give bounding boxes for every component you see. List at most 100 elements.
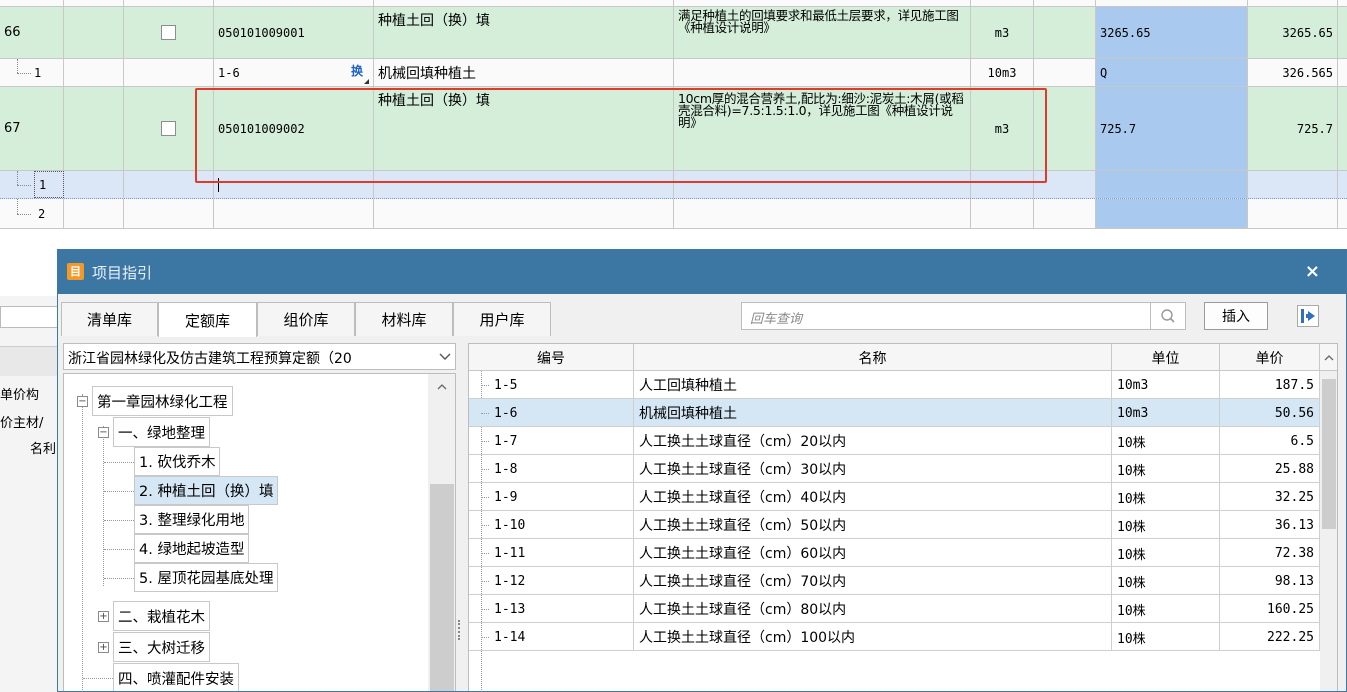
code-edit-field[interactable]	[214, 171, 374, 198]
bill-subrow-editing[interactable]: 1	[0, 171, 1347, 199]
expand-icon[interactable]: +	[98, 611, 109, 622]
row-quantity[interactable]: 725.7	[1096, 87, 1248, 170]
tab-pricing-library[interactable]: 组价库	[257, 302, 355, 336]
collapse-icon[interactable]: −	[77, 396, 88, 407]
background-label: 价主材/	[0, 416, 44, 431]
row-quantity[interactable]: Q	[1096, 59, 1248, 86]
row-unit: 10株	[1112, 595, 1220, 623]
row-seq: 1	[34, 171, 64, 198]
table-row[interactable]: 1-9 人工换土土球直径（cm）40以内 10株 32.25	[469, 483, 1337, 511]
row-unit: 10株	[1112, 623, 1220, 651]
row-unit: 10株	[1112, 483, 1220, 511]
row-amount: 326.565	[1248, 59, 1338, 86]
tab-user-library[interactable]: 用户库	[453, 302, 551, 336]
table-row[interactable]	[0, 0, 1347, 7]
row-seq: 2	[34, 199, 64, 228]
tree-node[interactable]: 3. 整理绿化用地	[134, 505, 250, 534]
row-feature[interactable]: 满足种植土的回填要求和最低土层要求，详见施工图《种植设计说明》	[674, 7, 971, 58]
row-price: 72.38	[1220, 539, 1320, 567]
table-row[interactable]: 1-13 人工换土土球直径（cm）80以内 10株 160.25	[469, 595, 1337, 623]
row-unit[interactable]: 10m3	[971, 59, 1034, 86]
row-name: 人工换土土球直径（cm）50以内	[634, 511, 1112, 539]
close-button[interactable]: ×	[1305, 261, 1320, 282]
tree-node[interactable]: 1. 砍伐乔木	[134, 447, 221, 476]
background-panel: 单价构 价主材/ 名利	[0, 296, 60, 692]
tab-bill-library[interactable]: 清单库	[61, 302, 158, 336]
tree-node[interactable]: 二、栽植花木	[113, 601, 210, 631]
table-row[interactable]: 1-14 人工换土土球直径（cm）100以内 10株 222.25	[469, 623, 1337, 651]
tree-node[interactable]: 5. 屋顶花园基底处理	[134, 563, 279, 592]
tree-scrollbar[interactable]	[428, 374, 456, 691]
row-unit: 10株	[1112, 511, 1220, 539]
dock-button[interactable]	[1297, 305, 1319, 327]
table-row[interactable]: 1-10 人工换土土球直径（cm）50以内 10株 36.13	[469, 511, 1337, 539]
row-code: 1-12	[489, 567, 634, 595]
table-row[interactable]: 1-11 人工换土土球直径（cm）60以内 10株 72.38	[469, 539, 1337, 567]
row-quantity[interactable]: 3265.65	[1096, 7, 1248, 58]
tree-node[interactable]: 4. 绿地起坡造型	[134, 534, 250, 563]
row-seq: 66	[0, 7, 64, 58]
bill-row-67[interactable]: 67 050101009002 种植土回（换）填 10cm厚的混合营养土,配比为…	[0, 87, 1347, 171]
tab-material-library[interactable]: 材料库	[355, 302, 453, 336]
scrollbar-thumb[interactable]	[1322, 379, 1336, 529]
row-name[interactable]: 种植土回（换）填	[374, 7, 674, 58]
column-header[interactable]: 单价	[1220, 344, 1320, 371]
dialog-title: 项目指引	[92, 264, 153, 282]
row-unit: 10株	[1112, 427, 1220, 455]
row-code: 1-7	[489, 427, 634, 455]
row-price: 32.25	[1220, 483, 1320, 511]
table-row[interactable]: 1-7 人工换土土球直径（cm）20以内 10株 6.5	[469, 427, 1337, 455]
swap-badge[interactable]: 换	[351, 62, 363, 79]
tree-node[interactable]: 四、喷灌配件安装	[113, 663, 239, 691]
panel-splitter[interactable]	[458, 620, 462, 640]
table-scrollbar[interactable]	[1320, 371, 1337, 691]
row-feature[interactable]: 10cm厚的混合营养土,配比为:细沙:泥炭土:木屑(或稻壳混合料)=7.5:1.…	[674, 87, 971, 170]
insert-button[interactable]: 插入	[1204, 302, 1268, 330]
row-amount: 725.7	[1248, 87, 1338, 170]
tab-quota-library[interactable]: 定额库	[158, 302, 257, 337]
tree-node[interactable]: 第一章园林绿化工程	[92, 386, 233, 416]
chevron-up-icon[interactable]	[1320, 344, 1337, 371]
row-unit[interactable]: m3	[971, 87, 1034, 170]
table-row[interactable]: 1-6 机械回填种植土 10m3 50.56	[469, 399, 1337, 427]
bill-subrow[interactable]: 2	[0, 199, 1347, 229]
expand-icon[interactable]: +	[98, 642, 109, 653]
row-code[interactable]: 050101009002	[214, 87, 374, 170]
text-cursor	[218, 178, 219, 192]
row-code[interactable]: 050101009001	[214, 7, 374, 58]
table-row[interactable]: 1-5 人工回填种植土 10m3 187.5	[469, 371, 1337, 399]
search-button[interactable]	[1151, 302, 1186, 330]
background-label: 名利	[30, 442, 57, 457]
column-header[interactable]: 名称	[634, 344, 1112, 371]
search-input[interactable]: 回车查询	[741, 302, 1151, 330]
column-header[interactable]: 编号	[469, 344, 634, 371]
tree-node-selected[interactable]: 2. 种植土回（换）填	[134, 476, 279, 505]
library-select[interactable]: 浙江省园林绿化及仿古建筑工程预算定额（20	[63, 343, 456, 370]
table-row[interactable]: 1-8 人工换土土球直径（cm）30以内 10株 25.88	[469, 455, 1337, 483]
collapse-icon[interactable]: −	[98, 427, 109, 438]
row-name[interactable]: 机械回填种植土	[374, 59, 674, 86]
row-checkbox[interactable]	[161, 121, 176, 136]
tree-node[interactable]: 三、大树迁移	[113, 632, 210, 662]
row-checkbox[interactable]	[161, 25, 176, 40]
row-name[interactable]: 种植土回（换）填	[374, 87, 674, 170]
column-header[interactable]: 单位	[1112, 344, 1220, 371]
dialog-titlebar[interactable]: 目 项目指引 ×	[58, 250, 1346, 294]
bill-row-66[interactable]: 66 050101009001 种植土回（换）填 满足种植土的回填要求和最低土层…	[0, 7, 1347, 59]
row-code: 1-9	[489, 483, 634, 511]
swap-corner-icon	[364, 79, 369, 84]
scrollbar-thumb[interactable]	[430, 484, 454, 691]
row-unit: 10m3	[1112, 371, 1220, 399]
row-code: 1-8	[489, 455, 634, 483]
chevron-down-icon[interactable]	[435, 344, 455, 369]
table-row[interactable]: 1-12 人工换土土球直径（cm）70以内 10株 98.13	[469, 567, 1337, 595]
row-price: 222.25	[1220, 623, 1320, 651]
bill-subrow[interactable]: 1 1-6 换 机械回填种植土 10m3 Q 326.565	[0, 59, 1347, 87]
row-unit: 10m3	[1112, 399, 1220, 427]
row-unit[interactable]: m3	[971, 7, 1034, 58]
item-guide-dialog: 目 项目指引 × 清单库 定额库 组价库 材料库 用户库 回车查询 插入 浙江省…	[57, 249, 1347, 692]
tree-node[interactable]: 一、绿地整理	[113, 417, 210, 447]
chevron-up-icon[interactable]	[428, 378, 456, 396]
background-input[interactable]	[0, 306, 60, 328]
row-price: 6.5	[1220, 427, 1320, 455]
